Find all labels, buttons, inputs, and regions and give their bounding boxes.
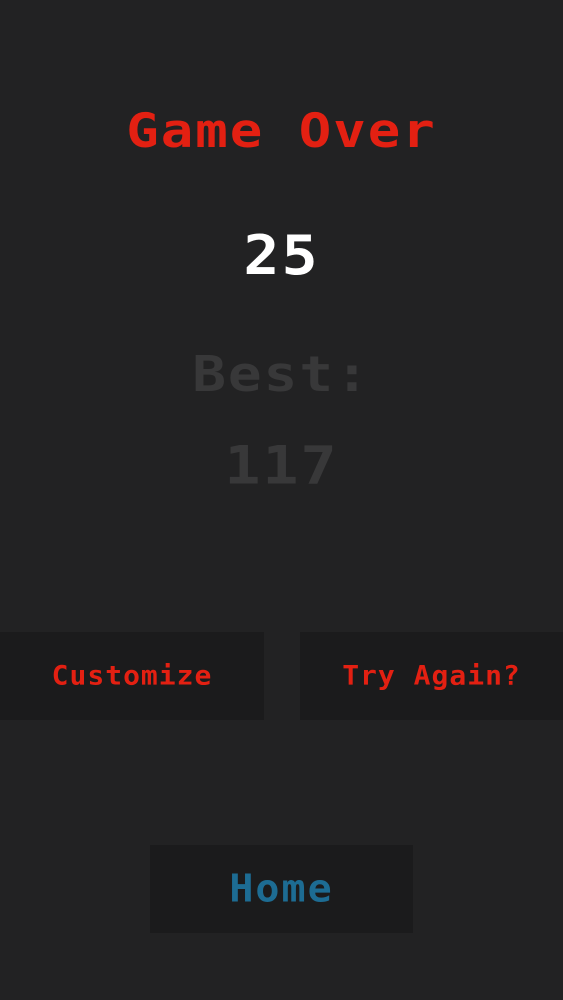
game-over-title: Game Over — [126, 102, 437, 159]
customize-button[interactable]: Customize — [0, 632, 264, 720]
game-over-screen: Game Over 25 Best: 117 Customize Try Aga… — [0, 0, 563, 1000]
try-again-button-label: Try Again? — [342, 659, 521, 692]
try-again-button[interactable]: Try Again? — [300, 632, 563, 720]
best-score-value: 117 — [224, 435, 339, 497]
home-button-label: Home — [229, 867, 334, 911]
current-score: 25 — [243, 224, 320, 288]
customize-button-label: Customize — [51, 659, 213, 692]
home-button[interactable]: Home — [150, 845, 413, 933]
best-score-label: Best: — [192, 345, 371, 404]
